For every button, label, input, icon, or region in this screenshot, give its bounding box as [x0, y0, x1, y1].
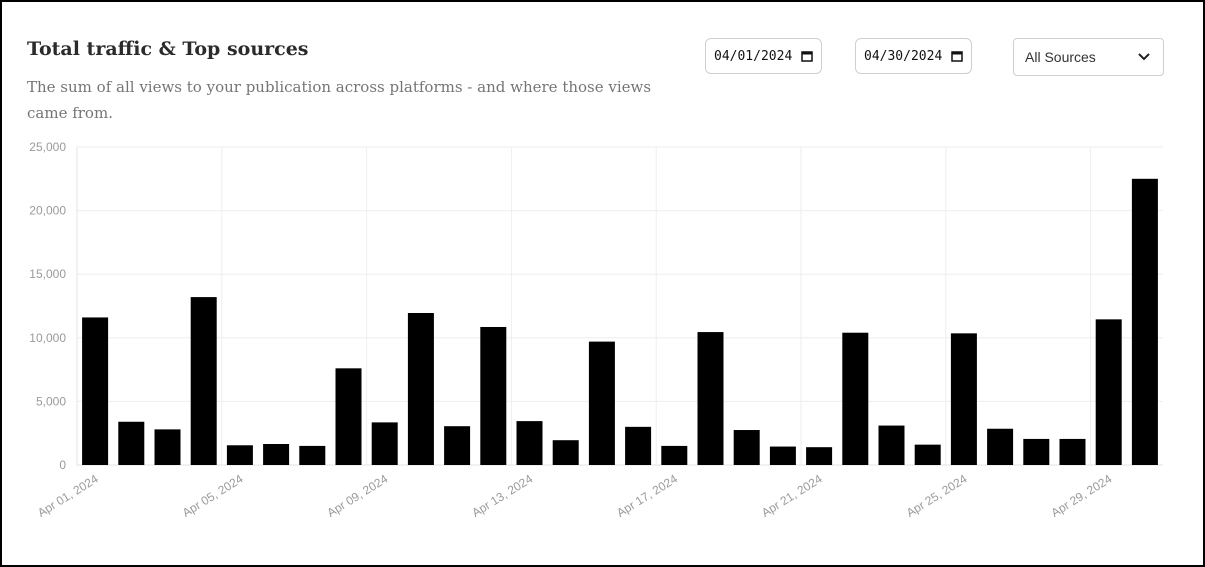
y-tick-label: 10,000 — [29, 331, 66, 345]
bar-apr-05-2024[interactable] — [226, 445, 253, 465]
x-tick-label: Apr 21, 2024 — [759, 471, 825, 519]
traffic-bar-chart: 0 5,000 10,000 15,000 20,000 25,000 Apr 01, 20… — [29, 140, 1163, 520]
bar-apr-02-2024[interactable] — [118, 421, 145, 465]
x-tick-label: Apr 25, 2024 — [904, 471, 970, 519]
bar-apr-10-2024[interactable] — [407, 312, 434, 465]
bar-apr-13-2024[interactable] — [516, 421, 543, 465]
bar-apr-23-2024[interactable] — [878, 425, 905, 465]
bar-apr-07-2024[interactable] — [299, 445, 326, 465]
y-tick-label: 5,000 — [36, 394, 66, 408]
bar-apr-11-2024[interactable] — [444, 426, 471, 465]
bar-apr-22-2024[interactable] — [842, 332, 869, 465]
y-tick-label: 20,000 — [29, 204, 66, 218]
bar-apr-15-2024[interactable] — [588, 341, 615, 465]
bar-apr-26-2024[interactable] — [987, 428, 1014, 465]
y-tick-label: 0 — [59, 458, 66, 472]
bar-apr-12-2024[interactable] — [480, 326, 507, 465]
bar-apr-09-2024[interactable] — [371, 422, 398, 465]
x-tick-label: Apr 01, 2024 — [35, 471, 101, 519]
bar-apr-29-2024[interactable] — [1095, 319, 1122, 465]
y-tick-label: 25,000 — [29, 140, 66, 154]
bar-apr-30-2024[interactable] — [1131, 178, 1158, 466]
bar-apr-19-2024[interactable] — [733, 430, 760, 465]
x-tick-label: Apr 29, 2024 — [1049, 471, 1115, 519]
bar-apr-01-2024[interactable] — [82, 317, 109, 465]
bar-apr-16-2024[interactable] — [625, 426, 652, 465]
bar-apr-17-2024[interactable] — [661, 445, 688, 465]
bar-apr-18-2024[interactable] — [697, 332, 724, 465]
bar-apr-03-2024[interactable] — [154, 429, 181, 465]
bar-apr-21-2024[interactable] — [806, 447, 833, 465]
bar-apr-27-2024[interactable] — [1023, 438, 1050, 465]
bar-apr-04-2024[interactable] — [190, 297, 217, 465]
x-tick-label: Apr 05, 2024 — [180, 471, 246, 519]
bar-apr-28-2024[interactable] — [1059, 438, 1086, 465]
bar-apr-14-2024[interactable] — [552, 440, 579, 465]
bar-apr-20-2024[interactable] — [769, 446, 796, 465]
y-tick-label: 15,000 — [29, 267, 66, 281]
bar-apr-24-2024[interactable] — [914, 444, 941, 465]
x-tick-label: Apr 17, 2024 — [614, 471, 680, 519]
bar-apr-06-2024[interactable] — [263, 444, 290, 465]
bar-apr-25-2024[interactable] — [950, 333, 977, 465]
bar-apr-08-2024[interactable] — [335, 368, 362, 465]
x-tick-label: Apr 13, 2024 — [469, 471, 535, 519]
x-tick-label: Apr 09, 2024 — [325, 471, 391, 519]
